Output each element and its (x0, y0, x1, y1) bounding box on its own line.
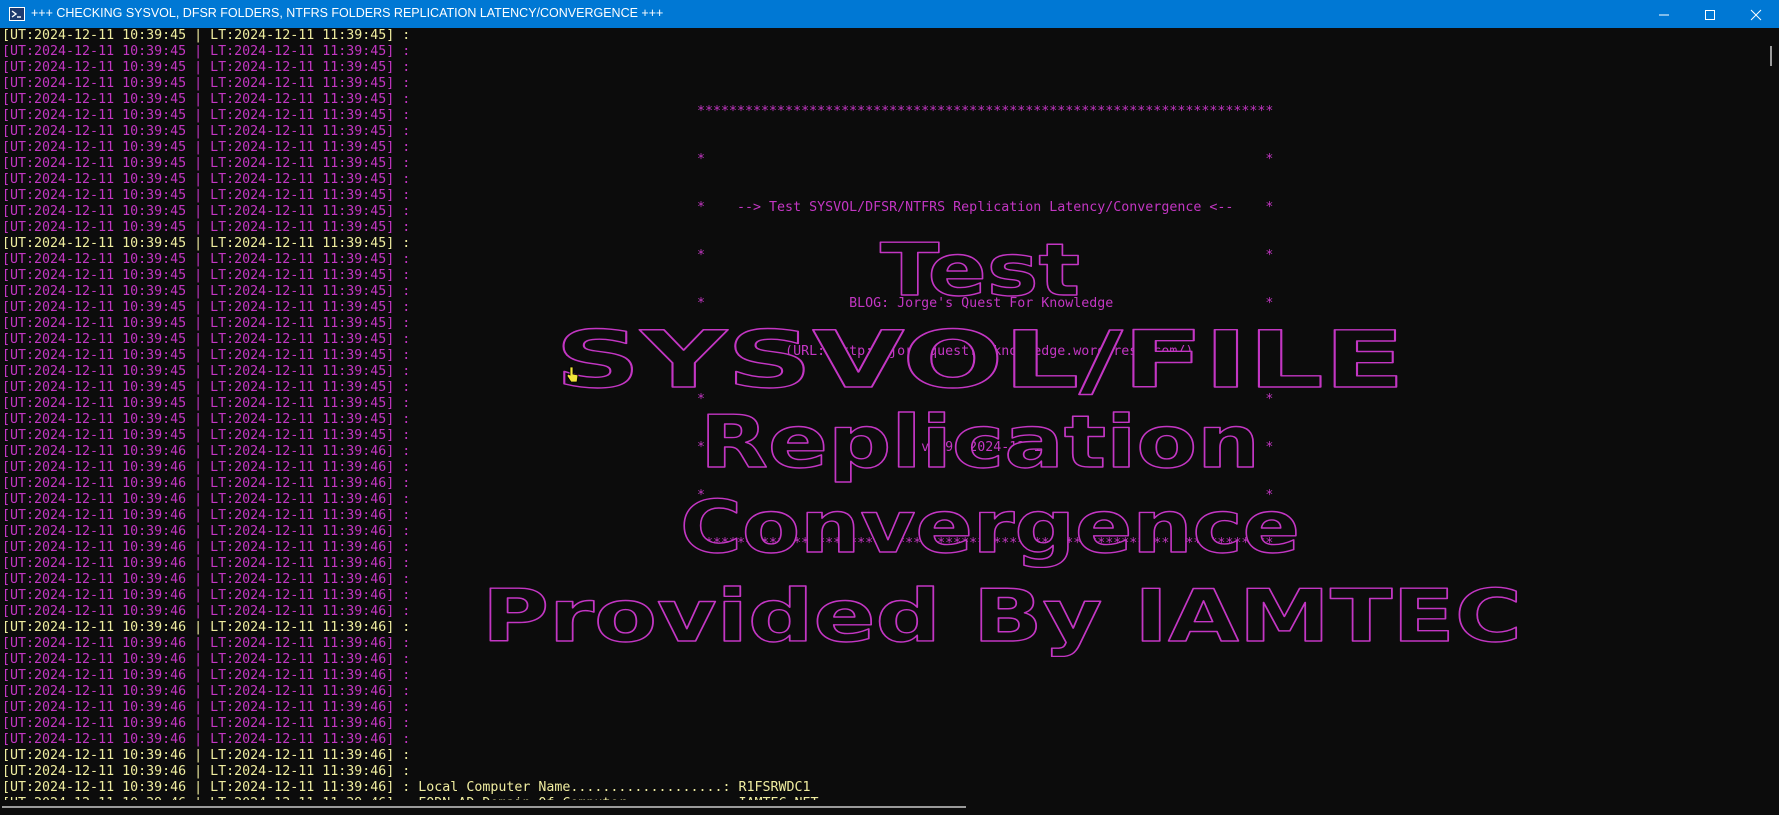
maximize-button[interactable] (1687, 0, 1733, 28)
log-line: [UT:2024-12-11 10:39:45 | LT:2024-12-11 … (2, 124, 411, 139)
ascii-art-text: Convergence (680, 485, 1300, 568)
log-line: [UT:2024-12-11 10:39:45 | LT:2024-12-11 … (2, 172, 411, 187)
log-line: [UT:2024-12-11 10:39:46 | LT:2024-12-11 … (2, 524, 411, 539)
log-line: [UT:2024-12-11 10:39:46 | LT:2024-12-11 … (2, 620, 411, 635)
log-line: [UT:2024-12-11 10:39:45 | LT:2024-12-11 … (2, 396, 411, 411)
horizontal-scroll-thumb[interactable] (2, 806, 966, 808)
ascii-art-test: Test (830, 225, 1130, 315)
powershell-icon (9, 7, 25, 21)
log-line: [UT:2024-12-11 10:39:45 | LT:2024-12-11 … (2, 108, 411, 123)
log-line: [UT:2024-12-11 10:39:45 | LT:2024-12-11 … (2, 284, 411, 299)
log-line: [UT:2024-12-11 10:39:46 | LT:2024-12-11 … (2, 444, 411, 459)
log-line: [UT:2024-12-11 10:39:46 | LT:2024-12-11 … (2, 764, 411, 779)
log-line: [UT:2024-12-11 10:39:46 | LT:2024-12-11 … (2, 732, 411, 747)
log-line: [UT:2024-12-11 10:39:45 | LT:2024-12-11 … (2, 28, 411, 43)
banner-line: ****************************************… (697, 104, 1274, 119)
log-line: [UT:2024-12-11 10:39:46 | LT:2024-12-11 … (2, 684, 411, 699)
log-line: [UT:2024-12-11 10:39:46 | LT:2024-12-11 … (2, 748, 411, 763)
horizontal-scrollbar[interactable] (0, 800, 1763, 815)
log-line: [UT:2024-12-11 10:39:45 | LT:2024-12-11 … (2, 428, 411, 443)
log-line: [UT:2024-12-11 10:39:45 | LT:2024-12-11 … (2, 236, 411, 251)
vertical-scrollbar[interactable] (1763, 28, 1779, 800)
log-line: [UT:2024-12-11 10:39:45 | LT:2024-12-11 … (2, 380, 411, 395)
log-line: [UT:2024-12-11 10:39:45 | LT:2024-12-11 … (2, 268, 411, 283)
log-line: [UT:2024-12-11 10:39:45 | LT:2024-12-11 … (2, 252, 411, 267)
log-line: [UT:2024-12-11 10:39:46 | LT:2024-12-11 … (2, 668, 411, 683)
log-line: [UT:2024-12-11 10:39:46 | LT:2024-12-11 … (2, 460, 411, 475)
log-line: [UT:2024-12-11 10:39:45 | LT:2024-12-11 … (2, 300, 411, 315)
close-icon (1750, 9, 1762, 21)
log-line: [UT:2024-12-11 10:39:46 | LT:2024-12-11 … (2, 588, 411, 603)
log-line: [UT:2024-12-11 10:39:45 | LT:2024-12-11 … (2, 316, 411, 331)
banner-line: * --> Test SYSVOL/DFSR/NTFRS Replication… (697, 200, 1274, 215)
log-line: [UT:2024-12-11 10:39:45 | LT:2024-12-11 … (2, 332, 411, 347)
log-line: [UT:2024-12-11 10:39:46 | LT:2024-12-11 … (2, 700, 411, 715)
vertical-scroll-thumb[interactable] (1770, 46, 1772, 66)
log-line: [UT:2024-12-11 10:39:45 | LT:2024-12-11 … (2, 188, 411, 203)
log-line: [UT:2024-12-11 10:39:45 | LT:2024-12-11 … (2, 60, 411, 75)
log-line: [UT:2024-12-11 10:39:45 | LT:2024-12-11 … (2, 412, 411, 427)
log-line: [UT:2024-12-11 10:39:46 | LT:2024-12-11 … (2, 652, 411, 667)
log-line: [UT:2024-12-11 10:39:46 | LT:2024-12-11 … (2, 508, 411, 523)
log-line: [UT:2024-12-11 10:39:46 | LT:2024-12-11 … (2, 604, 411, 619)
log-line: [UT:2024-12-11 10:39:45 | LT:2024-12-11 … (2, 220, 411, 235)
window-titlebar[interactable]: +++ CHECKING SYSVOL, DFSR FOLDERS, NTFRS… (0, 0, 1779, 28)
ascii-art-text: Test (880, 228, 1080, 311)
log-line: [UT:2024-12-11 10:39:45 | LT:2024-12-11 … (2, 92, 411, 107)
log-line: [UT:2024-12-11 10:39:45 | LT:2024-12-11 … (2, 156, 411, 171)
minimize-icon (1659, 14, 1669, 16)
log-line: [UT:2024-12-11 10:39:46 | LT:2024-12-11 … (2, 492, 411, 507)
ascii-art-sysvol-file: SYSVOL/FILE (540, 313, 1420, 407)
window-title: +++ CHECKING SYSVOL, DFSR FOLDERS, NTFRS… (31, 6, 664, 20)
mouse-pointer-hand-icon (565, 366, 579, 384)
log-line: [UT:2024-12-11 10:39:46 | LT:2024-12-11 … (2, 540, 411, 555)
ascii-art-replication: Replication (690, 397, 1270, 487)
log-line: [UT:2024-12-11 10:39:45 | LT:2024-12-11 … (2, 364, 411, 379)
ascii-art-text: SYSVOL/FILE (555, 316, 1405, 403)
ascii-art-text: Replication (700, 400, 1260, 483)
log-line: [UT:2024-12-11 10:39:46 | LT:2024-12-11 … (2, 476, 411, 491)
log-line: [UT:2024-12-11 10:39:45 | LT:2024-12-11 … (2, 76, 411, 91)
log-line: [UT:2024-12-11 10:39:45 | LT:2024-12-11 … (2, 348, 411, 363)
log-line: [UT:2024-12-11 10:39:46 | LT:2024-12-11 … (2, 780, 811, 795)
ascii-art-convergence: Convergence (670, 482, 1310, 572)
close-button[interactable] (1733, 0, 1779, 28)
log-line: [UT:2024-12-11 10:39:45 | LT:2024-12-11 … (2, 204, 411, 219)
log-line: [UT:2024-12-11 10:39:45 | LT:2024-12-11 … (2, 44, 411, 59)
log-line: [UT:2024-12-11 10:39:45 | LT:2024-12-11 … (2, 140, 411, 155)
log-line: [UT:2024-12-11 10:39:46 | LT:2024-12-11 … (2, 556, 411, 571)
log-line: [UT:2024-12-11 10:39:46 | LT:2024-12-11 … (2, 716, 411, 731)
banner-line: * * (697, 152, 1274, 167)
console-output[interactable]: [UT:2024-12-11 10:39:45 | LT:2024-12-11 … (0, 28, 1763, 800)
maximize-icon (1705, 10, 1715, 20)
log-line: [UT:2024-12-11 10:39:46 | LT:2024-12-11 … (2, 572, 411, 587)
log-line: [UT:2024-12-11 10:39:46 | LT:2024-12-11 … (2, 636, 411, 651)
scrollbar-corner (1763, 800, 1779, 815)
minimize-button[interactable] (1641, 0, 1687, 28)
ascii-art-text: Provided By IAMTEC (482, 574, 1522, 657)
ascii-art-provided-by: Provided By IAMTEC (472, 571, 1532, 661)
